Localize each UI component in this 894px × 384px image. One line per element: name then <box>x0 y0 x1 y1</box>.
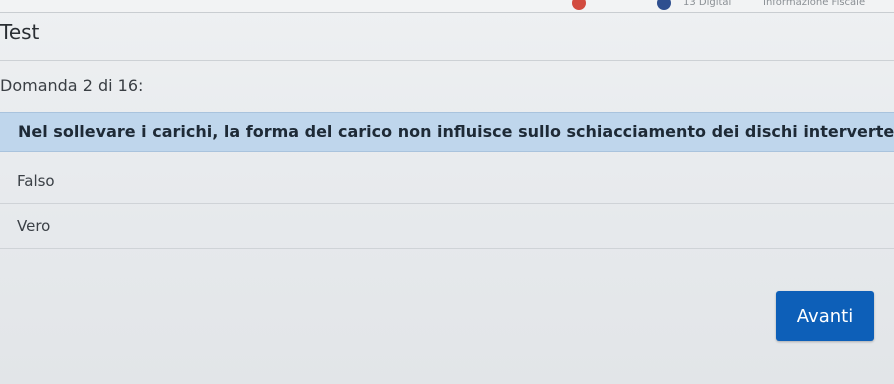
question-progress: Domanda 2 di 16: <box>0 76 144 95</box>
answer-option-label: Falso <box>17 172 55 190</box>
answer-option-vero[interactable]: Vero <box>0 205 894 249</box>
answer-option-falso[interactable]: Falso <box>0 160 894 204</box>
bookmark-favicon-icon[interactable] <box>572 0 586 10</box>
question-banner: Nel sollevare i carichi, la forma del ca… <box>0 112 894 152</box>
bookmark-digital[interactable]: 13 Digital <box>683 0 731 8</box>
answer-option-label: Vero <box>17 217 51 235</box>
quiz-page: 13 Digital Informazione Fiscale Test Dom… <box>0 0 894 384</box>
browser-bookmarks-bar: 13 Digital Informazione Fiscale <box>0 0 894 13</box>
bookmark-informazione-fiscale[interactable]: Informazione Fiscale <box>763 0 865 8</box>
page-title: Test <box>0 20 40 44</box>
digital-favicon-icon[interactable] <box>657 0 671 10</box>
question-text: Nel sollevare i carichi, la forma del ca… <box>18 122 894 141</box>
next-button[interactable]: Avanti <box>776 291 874 341</box>
divider <box>0 60 894 61</box>
